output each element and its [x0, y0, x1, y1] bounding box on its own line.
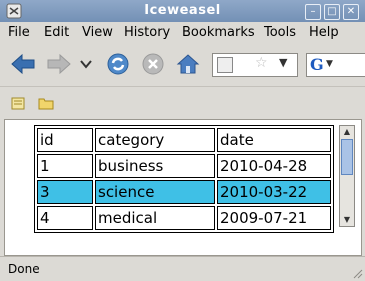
menu-view[interactable]: View: [82, 25, 113, 40]
column-header-id: id: [37, 128, 93, 152]
resize-grip-icon[interactable]: [351, 267, 363, 279]
menu-history[interactable]: History: [124, 25, 170, 40]
history-dropdown-icon[interactable]: [80, 59, 92, 69]
table-row[interactable]: 1 business 2010-04-28: [37, 154, 331, 178]
table-row-selected[interactable]: 3 science 2010-03-22: [37, 180, 331, 204]
close-icon[interactable]: ✕: [343, 4, 359, 20]
back-icon[interactable]: [10, 53, 36, 75]
menu-tools[interactable]: Tools: [264, 25, 296, 40]
menu-bar: File Edit View History Bookmarks Tools H…: [0, 22, 365, 44]
stop-icon[interactable]: [141, 52, 165, 76]
site-identity-icon[interactable]: [217, 57, 233, 73]
table-row[interactable]: 4 medical 2009-07-21: [37, 206, 331, 230]
cell-date: 2010-03-22: [217, 180, 331, 204]
navigation-toolbar: ☆ ▼ G ▼: [0, 44, 365, 84]
forward-icon[interactable]: [46, 53, 72, 75]
cell-date: 2009-07-21: [217, 206, 331, 230]
data-table: id category date 1 business 2010-04-28 3…: [34, 125, 334, 233]
menu-bookmarks[interactable]: Bookmarks: [182, 25, 255, 40]
cell-category: science: [95, 180, 215, 204]
minimize-icon[interactable]: –: [305, 4, 321, 20]
cell-date: 2010-04-28: [217, 154, 331, 178]
status-text: Done: [8, 262, 40, 276]
table-header-row: id category date: [37, 128, 331, 152]
window-titlebar[interactable]: Iceweasel – □ ✕: [0, 0, 365, 22]
url-bar[interactable]: ☆ ▼: [212, 53, 298, 77]
cell-category: medical: [95, 206, 215, 230]
cell-id: 3: [37, 180, 93, 204]
status-bar: Done: [0, 256, 365, 281]
menu-help[interactable]: Help: [309, 25, 339, 40]
cell-category: business: [95, 154, 215, 178]
home-icon[interactable]: [176, 52, 200, 76]
search-engine-dropdown-icon[interactable]: ▼: [326, 59, 333, 69]
bookmark-item-icon[interactable]: [10, 95, 26, 111]
bookmark-folder-icon[interactable]: [38, 95, 54, 111]
menu-file[interactable]: File: [8, 25, 30, 40]
column-header-category: category: [95, 128, 215, 152]
vertical-scrollbar[interactable]: ▲ ▼: [339, 125, 355, 227]
scroll-down-icon[interactable]: ▼: [340, 214, 354, 226]
url-dropdown-icon[interactable]: ▼: [279, 56, 287, 69]
bookmark-star-icon[interactable]: ☆: [255, 55, 268, 71]
cell-id: 4: [37, 206, 93, 230]
page-content[interactable]: id category date 1 business 2010-04-28 3…: [4, 119, 362, 256]
column-header-date: date: [217, 128, 331, 152]
scroll-up-icon[interactable]: ▲: [340, 126, 354, 138]
search-bar[interactable]: G ▼: [306, 53, 365, 77]
menu-edit[interactable]: Edit: [44, 25, 69, 40]
cell-id: 1: [37, 154, 93, 178]
search-engine-icon[interactable]: G: [310, 55, 324, 74]
reload-icon[interactable]: [105, 51, 131, 77]
scroll-thumb[interactable]: [341, 139, 353, 175]
bookmarks-toolbar: [0, 86, 365, 117]
maximize-icon[interactable]: □: [324, 4, 340, 20]
